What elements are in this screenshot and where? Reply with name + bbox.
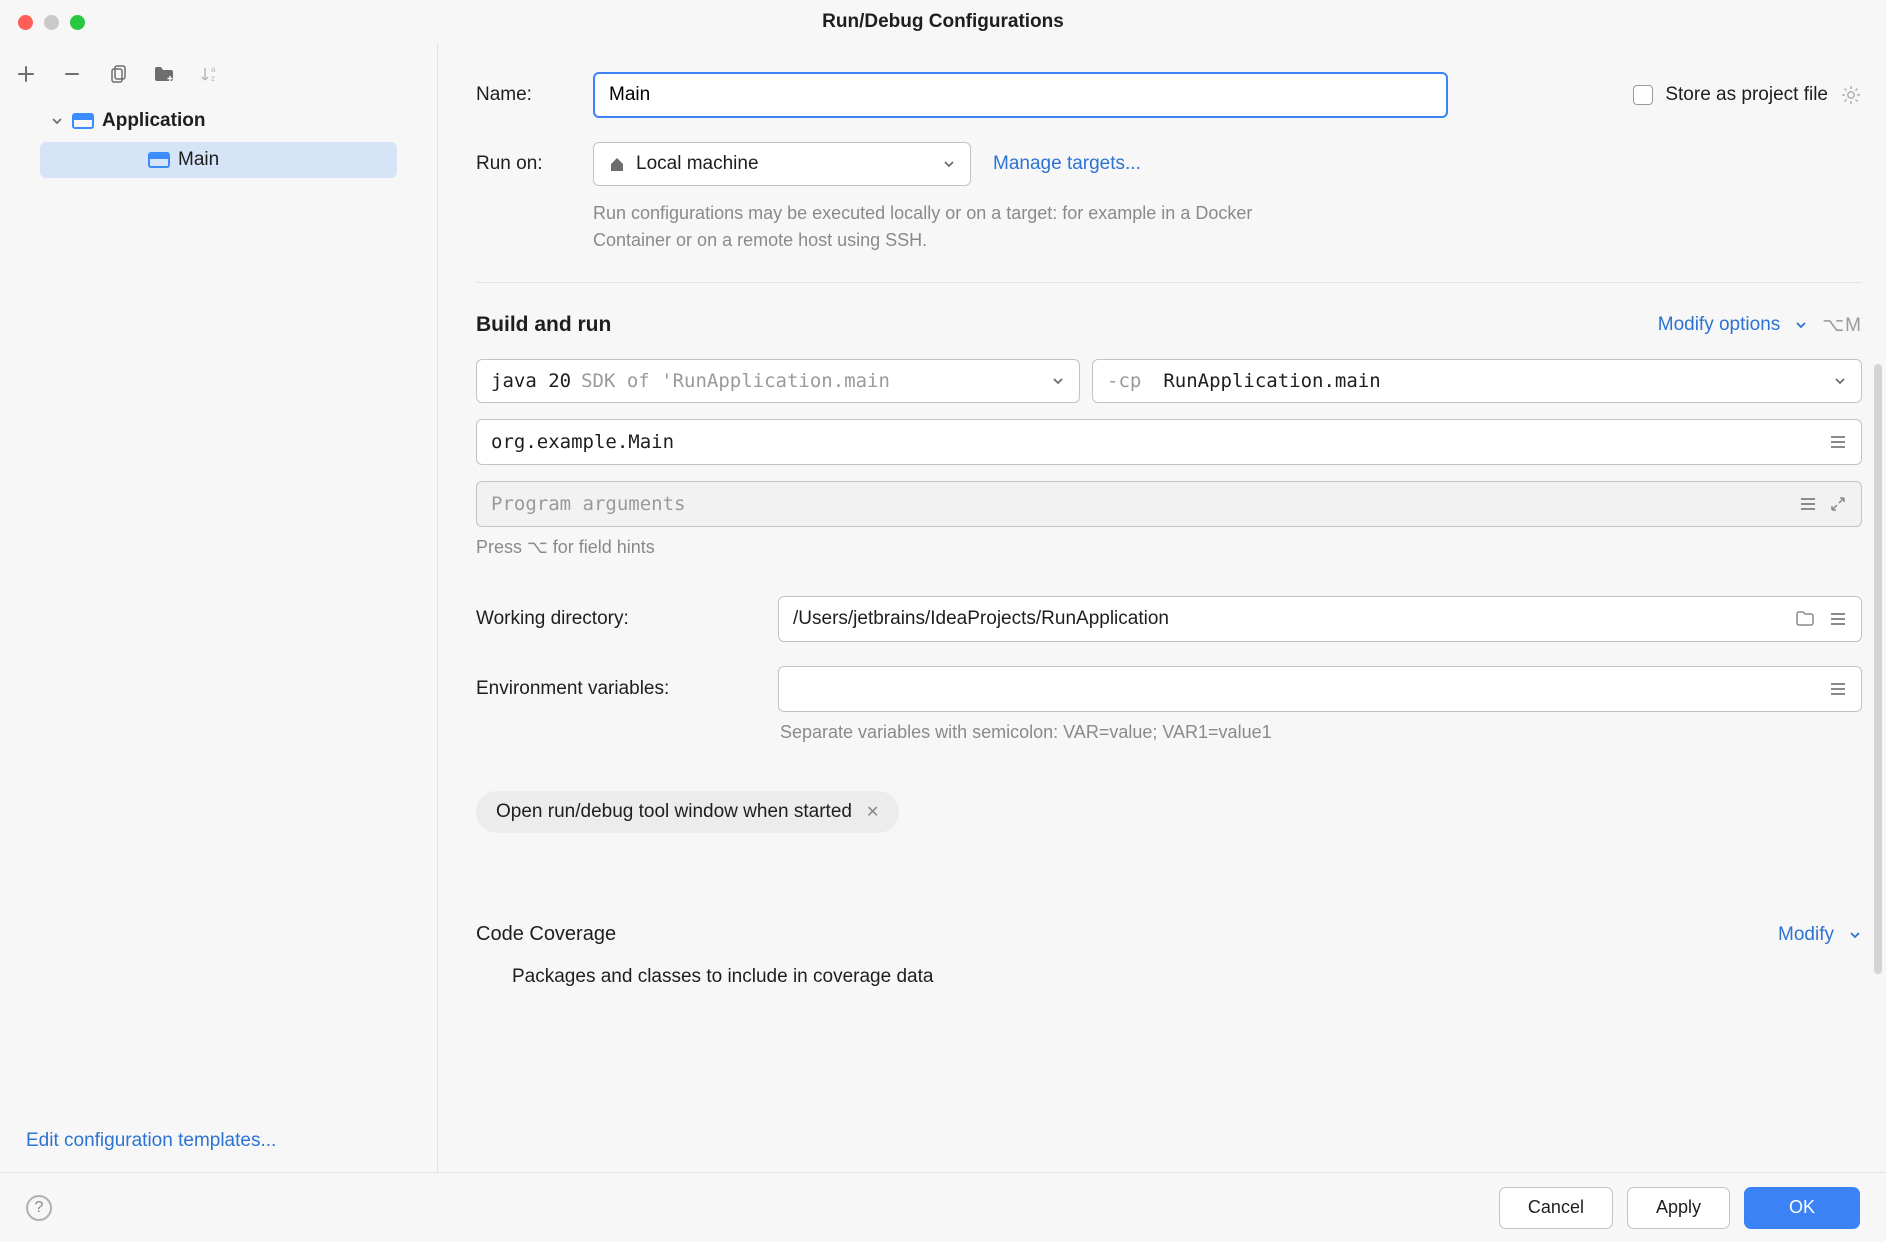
application-icon [148,152,170,168]
edit-templates-link[interactable]: Edit configuration templates... [26,1130,276,1151]
tree-node-main[interactable]: Main [40,142,397,178]
modify-options-group: Modify options ⌥M [1658,314,1862,337]
titlebar: Run/Debug Configurations [0,0,1886,44]
env-variables-label: Environment variables: [476,678,756,700]
code-coverage-title: Code Coverage [476,923,616,946]
coverage-modify-group: Modify [1778,924,1862,946]
svg-text:a: a [211,65,216,74]
sdk-value: java 20 [491,370,571,392]
program-arguments-placeholder: Program arguments [491,493,685,515]
store-checkbox[interactable] [1633,85,1653,105]
application-icon [72,113,94,129]
coverage-subtitle: Packages and classes to include in cover… [512,966,1862,988]
sdk-hint: SDK of 'RunApplication.main [581,370,890,392]
sdk-classpath-row: java 20 SDK of 'RunApplication.main -cp … [476,359,1862,403]
runon-select[interactable]: Local machine [593,142,971,186]
main-class-value: org.example.Main [491,431,674,453]
sidebar: az Application Main Edit configuration t… [0,44,438,1172]
sidebar-footer: Edit configuration templates... [0,1130,437,1172]
expand-icon[interactable] [1829,495,1847,513]
name-row: Name: Store as project file [476,72,1862,118]
build-run-header: Build and run Modify options ⌥M [476,282,1862,337]
list-icon[interactable] [1829,680,1847,698]
main-class-input[interactable]: org.example.Main [476,419,1862,465]
modify-options-link[interactable]: Modify options [1658,314,1781,336]
sort-config-button[interactable]: az [198,62,222,86]
add-config-button[interactable] [14,62,38,86]
cp-value: RunApplication.main [1163,370,1380,392]
tree-node-label: Application [102,110,205,132]
remove-chip-icon[interactable]: ✕ [866,802,879,822]
list-icon[interactable] [1829,610,1847,628]
dialog-footer: ? Cancel Apply OK [0,1172,1886,1242]
store-as-project-file: Store as project file [1633,84,1862,106]
runon-hint: Run configurations may be executed local… [593,200,1313,254]
sidebar-toolbar: az [0,56,437,102]
chip-label: Open run/debug tool window when started [496,801,852,823]
manage-targets-link[interactable]: Manage targets... [993,153,1141,175]
runon-label: Run on: [476,153,571,175]
chevron-down-icon [50,114,64,128]
chevron-down-icon [1833,374,1847,388]
gear-icon[interactable] [1840,84,1862,106]
chevron-down-icon [1848,928,1862,942]
name-input[interactable] [593,72,1448,118]
program-arguments-hint: Press ⌥ for field hints [476,537,1862,558]
env-variables-row: Environment variables: [476,666,1862,712]
chevron-down-icon [1794,318,1808,332]
home-icon [608,155,626,173]
list-icon[interactable] [1799,495,1817,513]
dialog-title: Run/Debug Configurations [0,11,1886,33]
runon-value: Local machine [636,153,759,175]
chevron-down-icon [1051,374,1065,388]
ok-button[interactable]: OK [1744,1187,1860,1229]
list-icon[interactable] [1829,433,1847,451]
svg-text:z: z [211,74,215,83]
coverage-modify-link[interactable]: Modify [1778,924,1834,946]
code-coverage-header: Code Coverage Modify [476,923,1862,946]
apply-button[interactable]: Apply [1627,1187,1730,1229]
cancel-button[interactable]: Cancel [1499,1187,1613,1229]
name-label: Name: [476,84,571,106]
working-directory-value: /Users/jetbrains/IdeaProjects/RunApplica… [793,608,1169,630]
env-variables-input[interactable] [778,666,1862,712]
program-arguments-input[interactable]: Program arguments [476,481,1862,527]
classpath-select[interactable]: -cp RunApplication.main [1092,359,1862,403]
dialog-body: az Application Main Edit configuration t… [0,44,1886,1172]
remove-config-button[interactable] [60,62,84,86]
dialog-window: Run/Debug Configurations az [0,0,1886,1242]
working-directory-label: Working directory: [476,608,756,630]
store-label: Store as project file [1665,84,1828,106]
cp-prefix: -cp [1107,370,1141,392]
config-tree: Application Main [0,102,437,180]
sdk-select[interactable]: java 20 SDK of 'RunApplication.main [476,359,1080,403]
working-directory-input[interactable]: /Users/jetbrains/IdeaProjects/RunApplica… [778,596,1862,642]
main-panel: Name: Store as project file Run on: Loca… [438,44,1886,1172]
copy-config-button[interactable] [106,62,130,86]
modify-shortcut: ⌥M [1822,314,1862,337]
tree-node-label: Main [178,149,219,171]
env-variables-hint: Separate variables with semicolon: VAR=v… [780,722,1862,743]
folder-icon[interactable] [1795,610,1815,628]
tree-node-application[interactable]: Application [10,102,427,140]
working-directory-row: Working directory: /Users/jetbrains/Idea… [476,596,1862,642]
build-run-title: Build and run [476,313,611,337]
chevron-down-icon [942,157,956,171]
folder-config-button[interactable] [152,62,176,86]
runon-row: Run on: Local machine Manage targets... [476,142,1862,186]
scrollbar[interactable] [1874,364,1882,974]
help-button[interactable]: ? [26,1195,52,1221]
open-tool-window-chip[interactable]: Open run/debug tool window when started … [476,791,899,833]
